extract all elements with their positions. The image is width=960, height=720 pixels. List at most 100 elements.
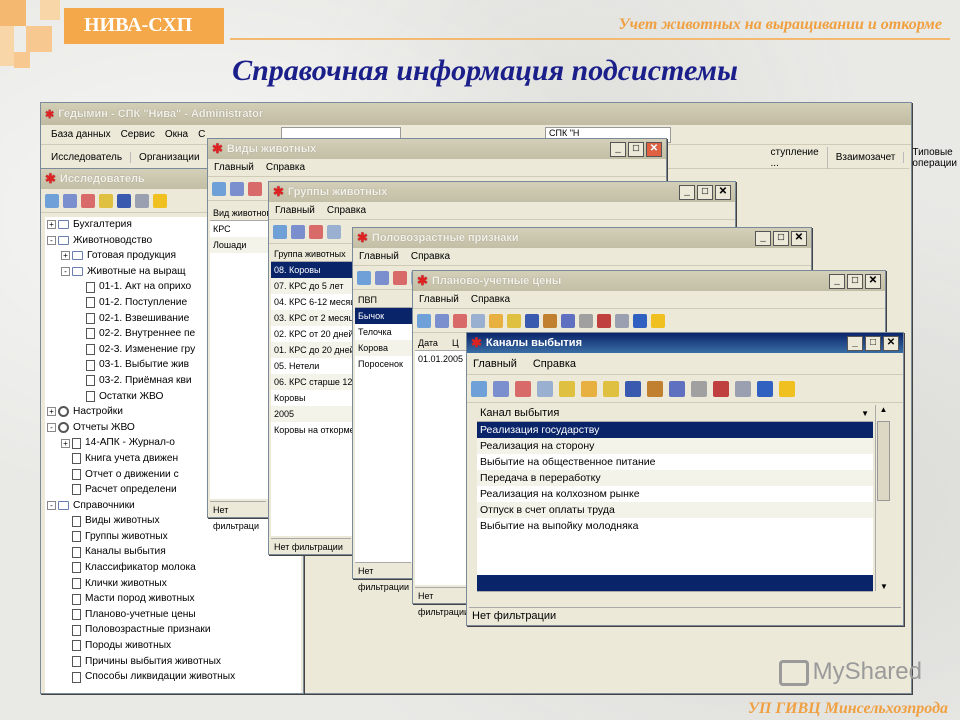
menu-spravka[interactable]: Справка	[266, 162, 305, 173]
column-header[interactable]: Группа животных	[271, 246, 353, 262]
export-icon[interactable]	[597, 313, 611, 328]
maximize-button[interactable]: □	[865, 335, 881, 351]
sort-arrow-icon[interactable]: ▼	[861, 405, 869, 421]
print-icon[interactable]	[691, 380, 707, 397]
list-item[interactable]: Коровы	[271, 390, 353, 406]
tree-item[interactable]: Масти пород животных	[45, 591, 301, 607]
list-item-selected[interactable]: 08. Коровы	[271, 262, 353, 278]
open-icon[interactable]	[471, 380, 487, 397]
open-icon[interactable]	[212, 181, 226, 196]
menu-glavny[interactable]: Главный	[214, 162, 254, 173]
close-button[interactable]: ✕	[646, 141, 662, 157]
main-tab[interactable]: Типовые операции	[904, 147, 960, 169]
collapse-icon[interactable]: -	[47, 235, 56, 245]
save-icon[interactable]	[525, 313, 539, 328]
paste-icon[interactable]	[559, 380, 575, 397]
list-item[interactable]: 01. КРС до 20 дней	[271, 342, 353, 358]
scroll-down-icon[interactable]: ▼	[876, 582, 892, 591]
refresh-icon[interactable]	[633, 313, 647, 328]
list-item[interactable]: Поросенок	[355, 356, 413, 372]
open-icon[interactable]	[273, 224, 287, 239]
list-item[interactable]: Реализация на колхозном рынке	[477, 486, 873, 502]
folder-icon[interactable]	[99, 193, 113, 208]
refresh-icon[interactable]	[757, 380, 773, 397]
main-menu-item[interactable]: База данных	[51, 129, 111, 140]
list-item[interactable]: Отпуск в счет оплаты труда	[477, 502, 873, 518]
list-new-row[interactable]	[477, 575, 873, 591]
tree-item[interactable]: Причины выбытия животных	[45, 654, 301, 670]
lock-icon[interactable]	[489, 313, 503, 328]
copy-icon[interactable]	[537, 380, 553, 397]
export-icon[interactable]	[713, 380, 729, 397]
menu-glavny[interactable]: Главный	[359, 251, 399, 262]
menu-glavny[interactable]: Главный	[275, 205, 315, 216]
column-header[interactable]: Вид животног	[210, 205, 268, 221]
minimize-button[interactable]: _	[610, 141, 626, 157]
menu-spravka[interactable]: Справка	[327, 205, 366, 216]
delete-icon[interactable]	[309, 224, 323, 239]
main-tab[interactable]: ступление ...	[763, 146, 828, 169]
list-item[interactable]: 07. КРС до 5 лет	[271, 278, 353, 294]
column-header[interactable]: Канал выбытия ▼	[477, 405, 873, 422]
open-icon[interactable]	[417, 313, 431, 328]
minimize-button[interactable]: _	[847, 335, 863, 351]
close-button[interactable]: ✕	[715, 184, 731, 200]
expand-icon[interactable]: +	[61, 251, 70, 261]
list-item[interactable]: Передача в переработку	[477, 470, 873, 486]
attach-icon[interactable]	[735, 380, 751, 397]
edit-icon[interactable]	[291, 224, 305, 239]
copy-icon[interactable]	[327, 224, 341, 239]
tree-item[interactable]: Группы животных	[45, 529, 301, 545]
filter-icon[interactable]	[561, 313, 575, 328]
edit-icon[interactable]	[63, 193, 77, 208]
folder-icon[interactable]	[507, 313, 521, 328]
list-item[interactable]: Телочка	[355, 324, 413, 340]
lock-icon[interactable]	[581, 380, 597, 397]
collapse-icon[interactable]: -	[61, 267, 70, 277]
save-icon[interactable]	[117, 193, 131, 208]
tree-item[interactable]: Породы животных	[45, 638, 301, 654]
list-item[interactable]: 04. КРС 6-12 месяцев	[271, 294, 353, 310]
list-item[interactable]: Реализация на сторону	[477, 438, 873, 454]
close-button[interactable]: ✕	[865, 273, 881, 289]
minimize-button[interactable]: _	[679, 184, 695, 200]
edit-icon[interactable]	[493, 380, 509, 397]
collapse-icon[interactable]: -	[47, 500, 56, 510]
list-item[interactable]: 01.01.2005	[415, 351, 471, 367]
print-icon[interactable]	[579, 313, 593, 328]
main-menu-item[interactable]: Окна	[165, 129, 188, 140]
minimize-button[interactable]: _	[755, 230, 771, 246]
open-icon[interactable]	[357, 270, 371, 285]
delete-icon[interactable]	[81, 193, 95, 208]
list-item[interactable]: Корова	[355, 340, 413, 356]
expand-icon[interactable]: +	[47, 407, 56, 417]
binoculars-icon[interactable]	[647, 380, 663, 397]
list-item[interactable]: Выбытие на общественное питание	[477, 454, 873, 470]
delete-icon[interactable]	[248, 181, 262, 196]
close-button[interactable]: ✕	[791, 230, 807, 246]
maximize-button[interactable]: □	[697, 184, 713, 200]
tree-item[interactable]: Каналы выбытия	[45, 544, 301, 560]
menu-glavny[interactable]: Главный	[473, 358, 517, 370]
open-icon[interactable]	[45, 193, 59, 208]
edit-icon[interactable]	[435, 313, 449, 328]
tree-item[interactable]: Способы ликвидации животных	[45, 669, 301, 685]
list-item[interactable]: 03. КРС от 2 месяцев до	[271, 310, 353, 326]
filter-icon[interactable]	[669, 380, 685, 397]
minimize-button[interactable]: _	[829, 273, 845, 289]
tree-item[interactable]: Клички животных	[45, 576, 301, 592]
column-header[interactable]: ПВП	[355, 292, 413, 308]
vertical-scrollbar[interactable]: ▲ ▼	[875, 405, 891, 591]
list-item[interactable]: КРС	[210, 221, 268, 237]
delete-icon[interactable]	[393, 270, 407, 285]
list-item[interactable]: Лошади	[210, 237, 268, 253]
list-item[interactable]: 05. Нетели	[271, 358, 353, 374]
list-item[interactable]: Выбытие на выпойку молодняка	[477, 518, 873, 534]
maximize-button[interactable]: □	[847, 273, 863, 289]
menu-glavny[interactable]: Главный	[419, 294, 459, 305]
expand-icon[interactable]: +	[61, 438, 70, 448]
tree-item[interactable]: Половозрастные признаки	[45, 622, 301, 638]
lightning-icon[interactable]	[153, 193, 167, 208]
edit-icon[interactable]	[230, 181, 244, 196]
horizontal-scrollbar[interactable]	[477, 591, 873, 605]
